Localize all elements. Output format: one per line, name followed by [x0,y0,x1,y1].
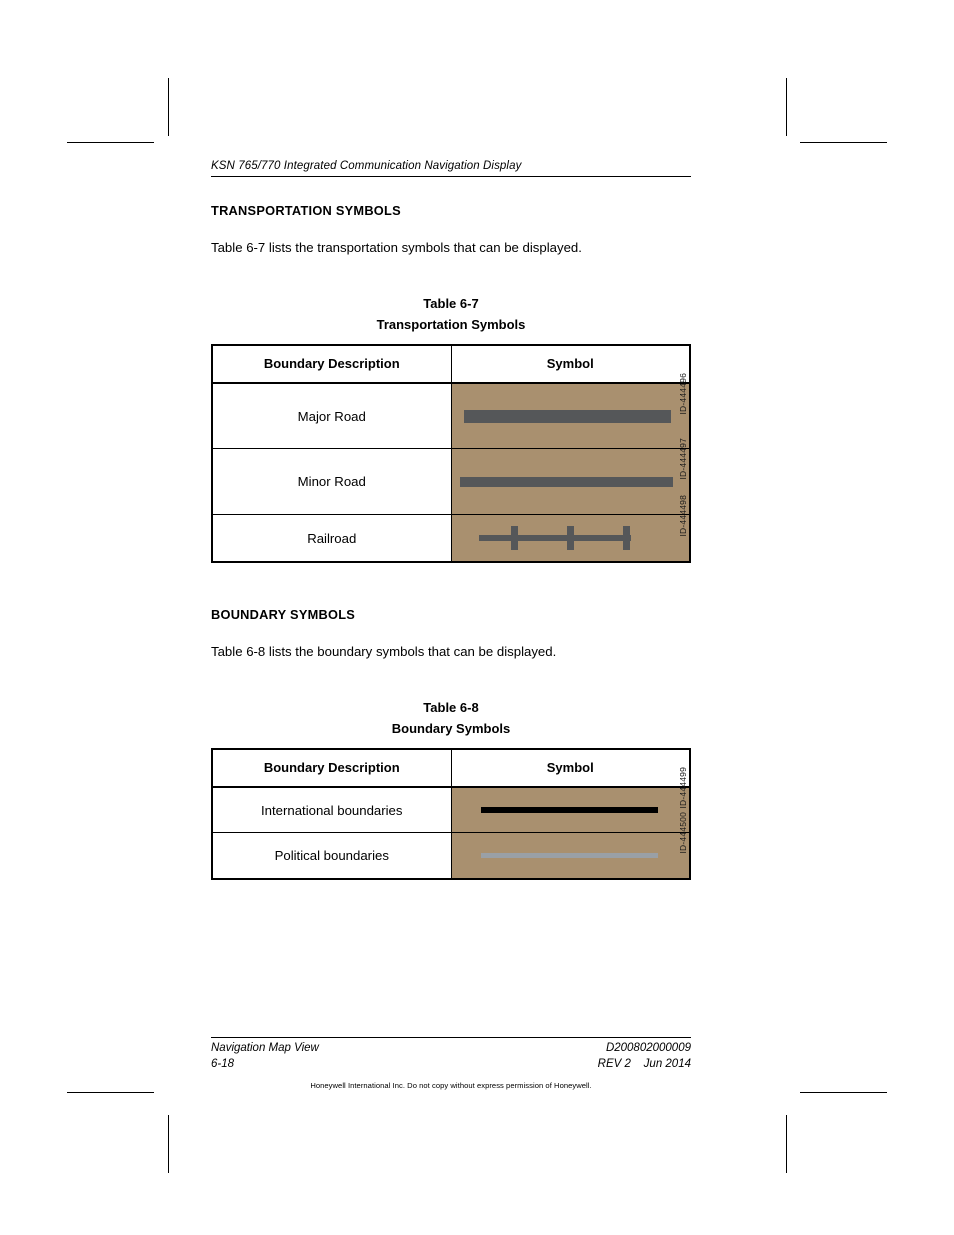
column-header-symbol: Symbol [450,748,691,788]
crop-mark-top-left-horizontal [67,142,154,143]
cell-description: International boundaries [211,786,452,834]
section-intro-transportation: Table 6‑7 lists the transportation symbo… [211,240,582,255]
page-footer: Navigation Map View 6-18 D200802000009 R… [211,1037,691,1090]
boundary-symbols-table: Boundary Description Symbol Internationa… [211,747,691,880]
crop-mark-bottom-left-horizontal [67,1092,154,1093]
header-rule [211,176,691,177]
cell-description: Political boundaries [211,832,452,880]
footer-revision: REV 2 [597,1057,631,1070]
crop-mark-bottom-right-horizontal [800,1092,887,1093]
footer-date: Jun 2014 [643,1057,691,1070]
crop-mark-top-left-vertical [168,78,169,136]
table-caption-boundary: Table 6‑8 Boundary Symbols [211,697,691,740]
table-header-row: Boundary Description Symbol [211,748,691,788]
cell-description: Major Road [211,382,452,450]
symbol-id-label: ID‑444496 [678,372,688,415]
transportation-symbols-table: Boundary Description Symbol Major Road I… [211,343,691,563]
table-caption-title-boundary: Boundary Symbols [391,721,511,737]
column-header-symbol: Symbol [450,344,691,384]
column-header-boundary-description: Boundary Description [211,748,452,788]
footer-doc-section: Navigation Map View [211,1042,319,1054]
symbol-id-label: ID‑444498 [678,494,688,537]
footer-page-number: 6-18 [211,1057,235,1070]
cell-symbol-political-boundaries: ID‑444500 [450,812,691,880]
section-heading-boundary: BOUNDARY SYMBOLS [211,606,356,622]
table-row: Major Road ID‑444496 [211,373,691,450]
cell-symbol-railroad: ID‑444498 [450,495,691,563]
cell-symbol-minor-road: ID‑444497 [450,438,691,516]
symbol-id-label: ID‑444499 [678,766,688,809]
cell-description: Railroad [211,514,452,563]
crop-mark-top-right-horizontal [800,142,887,143]
crop-mark-top-right-vertical [786,78,787,136]
cell-symbol-major-road: ID‑444496 [450,373,691,450]
table-row: Railroad ID‑444498 [211,495,691,563]
table-caption-number-transportation: Table 6‑7 [423,296,479,311]
table-row: International boundaries ID‑444499 [211,767,691,834]
table-caption-number-boundary: Table 6‑8 [423,699,479,715]
column-header-boundary-description: Boundary Description [211,344,452,384]
page-content: KSN 765/770 Integrated Communication Nav… [211,160,691,880]
symbol-id-label: ID‑444500 [678,812,688,854]
footer-doc-number: D200802000009 [605,1042,691,1054]
table-caption-transportation: Table 6‑7 Transportation Symbols [211,293,691,336]
table-row: Political boundaries ID‑444500 [211,812,691,880]
section-intro-boundary: Table 6‑8 lists the boundary symbols tha… [211,643,557,659]
cell-symbol-international-boundaries: ID‑444499 [450,767,691,834]
crop-mark-bottom-right-vertical [786,1115,787,1173]
footer-copyright: Honeywell International Inc. Do not copy… [310,1081,592,1091]
crop-mark-bottom-left-vertical [168,1115,169,1173]
running-header: KSN 765/770 Integrated Communication Nav… [211,160,522,172]
table-caption-title-transportation: Transportation Symbols [376,317,526,333]
table-header-row: Boundary Description Symbol [211,344,691,384]
section-heading-transportation: TRANSPORTATION SYMBOLS [211,203,401,218]
symbol-id-label: ID‑444497 [678,438,688,480]
cell-description: Minor Road [211,448,452,516]
table-row: Minor Road ID‑444497 [211,438,691,516]
